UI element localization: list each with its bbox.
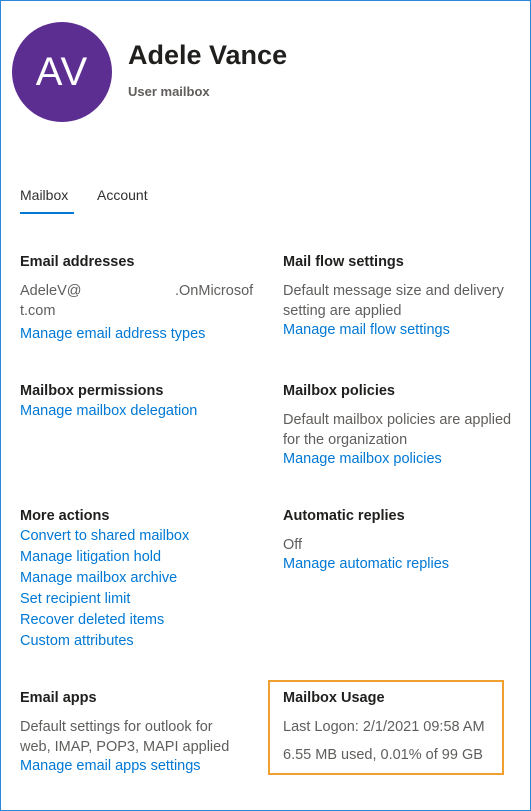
policies-desc-line2: for the organization — [283, 432, 408, 448]
mailbox-permissions-heading: Mailbox permissions — [20, 383, 164, 399]
mailbox-usage-value: 6.55 MB used, 0.01% of 99 GB — [283, 747, 483, 763]
avatar: AV — [12, 22, 112, 122]
user-name: Adele Vance — [128, 40, 288, 70]
policies-desc-line1: Default mailbox policies are applied — [283, 412, 512, 428]
active-tab-indicator — [20, 212, 74, 214]
mailbox-policies-heading: Mailbox policies — [283, 383, 395, 399]
last-logon: Last Logon: 2/1/2021 09:58 AM — [283, 719, 485, 735]
recover-deleted-items-link[interactable]: Recover deleted items — [20, 612, 164, 628]
mailbox-usage-heading: Mailbox Usage — [283, 690, 385, 706]
tab-account[interactable]: Account — [97, 187, 148, 203]
email-apps-desc-line2: web, IMAP, POP3, MAPI applied — [20, 739, 230, 755]
manage-email-address-types-link[interactable]: Manage email address types — [20, 326, 205, 342]
manage-automatic-replies-link[interactable]: Manage automatic replies — [283, 556, 449, 572]
mail-flow-desc-line1: Default message size and delivery — [283, 283, 504, 299]
set-recipient-limit-link[interactable]: Set recipient limit — [20, 591, 130, 607]
mail-flow-desc-line2: setting are applied — [283, 303, 402, 319]
automatic-replies-heading: Automatic replies — [283, 508, 405, 524]
automatic-replies-status: Off — [283, 537, 303, 553]
tab-mailbox[interactable]: Mailbox — [20, 187, 68, 203]
manage-mailbox-policies-link[interactable]: Manage mailbox policies — [283, 451, 442, 467]
email-address-part2: .OnMicrosof — [175, 283, 254, 299]
convert-to-shared-mailbox-link[interactable]: Convert to shared mailbox — [20, 528, 189, 544]
manage-email-apps-link[interactable]: Manage email apps settings — [20, 758, 201, 774]
manage-litigation-hold-link[interactable]: Manage litigation hold — [20, 549, 161, 565]
email-apps-desc-line1: Default settings for outlook for — [20, 719, 213, 735]
email-address-part1: AdeleV@ — [20, 283, 82, 299]
manage-mailbox-delegation-link[interactable]: Manage mailbox delegation — [20, 403, 197, 419]
manage-mail-flow-link[interactable]: Manage mail flow settings — [283, 322, 450, 338]
manage-mailbox-archive-link[interactable]: Manage mailbox archive — [20, 570, 177, 586]
email-addresses-heading: Email addresses — [20, 254, 135, 270]
custom-attributes-link[interactable]: Custom attributes — [20, 633, 134, 649]
more-actions-heading: More actions — [20, 508, 110, 524]
email-address-part3: t.com — [20, 303, 56, 319]
email-apps-heading: Email apps — [20, 690, 97, 706]
mail-flow-heading: Mail flow settings — [283, 254, 404, 270]
mailbox-type: User mailbox — [128, 84, 210, 99]
